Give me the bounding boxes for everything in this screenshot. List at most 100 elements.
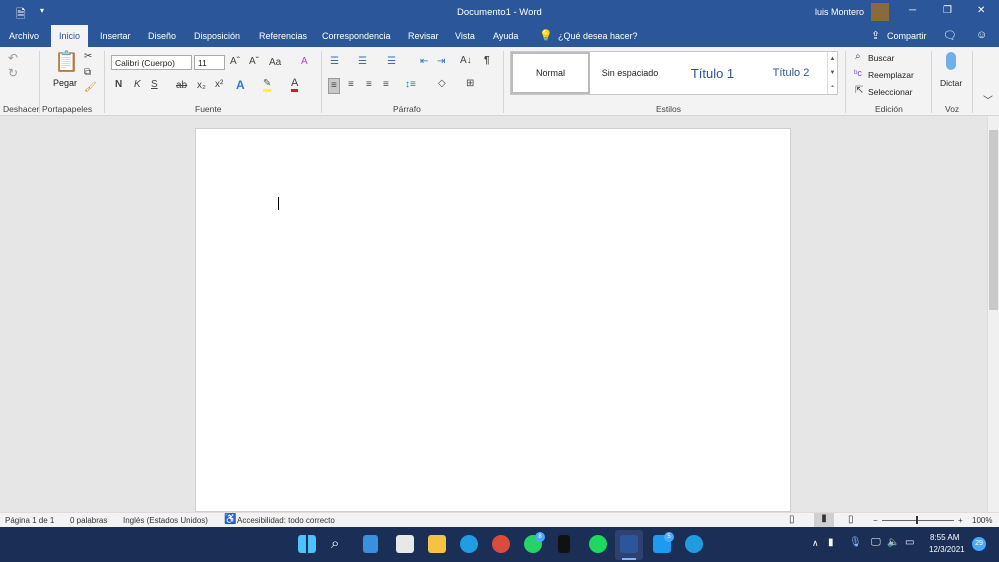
close-button[interactable]: ✕ xyxy=(977,5,985,16)
tab-diseno[interactable]: Diseño xyxy=(148,31,176,41)
tab-correspondencia[interactable]: Correspondencia xyxy=(322,31,391,41)
tab-vista[interactable]: Vista xyxy=(455,31,475,41)
underline-button[interactable]: S xyxy=(151,80,158,90)
redo-icon[interactable]: ↻ xyxy=(8,67,18,79)
change-case-button[interactable]: Aa xyxy=(269,58,281,68)
shrink-font-icon[interactable]: Aˇ xyxy=(249,57,259,67)
file-explorer-icon[interactable] xyxy=(428,535,446,553)
decrease-indent-icon[interactable]: ⇤ xyxy=(420,57,428,67)
avatar[interactable] xyxy=(871,3,889,21)
vertical-scrollbar[interactable] xyxy=(987,116,999,512)
edge-icon[interactable] xyxy=(685,535,703,553)
tab-disposicion[interactable]: Disposición xyxy=(194,31,240,41)
justify-icon[interactable]: ≡ xyxy=(383,80,389,90)
superscript-button[interactable]: x² xyxy=(215,80,223,90)
tab-archivo[interactable]: Archivo xyxy=(9,31,39,41)
autosave-icon[interactable]: 🗎 xyxy=(16,5,26,26)
restore-button[interactable]: ❐ xyxy=(943,5,952,16)
copy-icon[interactable]: ⧉ xyxy=(84,68,91,78)
zoom-out-button[interactable]: − xyxy=(873,516,878,525)
tab-revisar[interactable]: Revisar xyxy=(408,31,439,41)
volume-icon[interactable]: 🔈 xyxy=(887,537,899,548)
style-heading-1[interactable]: Título 1 xyxy=(670,52,755,94)
text-effects-icon[interactable]: A xyxy=(236,79,245,91)
format-painter-icon[interactable]: 🖌 xyxy=(84,83,97,93)
microphone-icon[interactable] xyxy=(946,52,956,70)
increase-indent-icon[interactable]: ⇥ xyxy=(437,57,445,67)
style-normal[interactable]: Normal xyxy=(511,52,590,94)
borders-icon[interactable]: ⊞ xyxy=(466,79,474,89)
styles-scroll[interactable]: ▲ ▼ ⩡ xyxy=(827,52,837,94)
tell-me-search[interactable]: ¿Qué desea hacer? xyxy=(558,31,638,41)
multilevel-list-icon[interactable]: ☰ xyxy=(387,57,396,67)
sort-icon[interactable]: A↓ xyxy=(460,56,472,66)
replace-button[interactable]: Reemplazar xyxy=(868,70,914,80)
numbering-icon[interactable]: ☰ xyxy=(358,57,367,67)
bold-button[interactable]: N xyxy=(115,80,122,90)
task-view-icon[interactable] xyxy=(363,535,378,553)
start-icon[interactable] xyxy=(298,535,316,553)
dictate-button[interactable]: Dictar xyxy=(940,78,962,88)
clock-time[interactable]: 8:55 AM xyxy=(930,533,959,542)
collapse-ribbon-icon[interactable]: ﹀ xyxy=(983,97,993,107)
document-page[interactable] xyxy=(195,128,791,512)
spotify-icon[interactable] xyxy=(589,535,607,553)
shading-icon[interactable]: ◇ xyxy=(438,79,446,89)
style-no-spacing[interactable]: Sin espaciado xyxy=(590,52,670,94)
web-layout-icon[interactable]: ▯ xyxy=(848,514,854,525)
line-spacing-icon[interactable]: ↕≡ xyxy=(405,80,416,90)
clear-formatting-icon[interactable]: A xyxy=(301,57,308,67)
select-button[interactable]: Seleccionar xyxy=(868,87,912,97)
scroll-thumb[interactable] xyxy=(989,130,998,310)
share-icon[interactable]: ⇪ xyxy=(871,29,880,42)
highlight-icon[interactable]: ✎ xyxy=(263,79,272,92)
tray-mic-icon[interactable]: 🎙 xyxy=(849,537,862,548)
notification-badge[interactable]: 29 xyxy=(972,537,986,551)
paste-icon[interactable]: 📋 xyxy=(54,52,79,72)
style-heading-2[interactable]: Título 2 xyxy=(755,52,827,94)
subscript-button[interactable]: x₂ xyxy=(197,81,206,91)
quick-access-dropdown-icon[interactable]: ▾ xyxy=(40,6,44,15)
tab-referencias[interactable]: Referencias xyxy=(259,31,307,41)
font-name-select[interactable]: Calibri (Cuerpo) xyxy=(111,55,192,70)
search-taskbar-icon[interactable]: ⌕ xyxy=(331,535,349,553)
align-right-icon[interactable]: ≡ xyxy=(366,80,372,90)
zoom-in-button[interactable]: + xyxy=(958,516,963,525)
align-left-icon[interactable]: ≡ xyxy=(328,78,340,94)
zoom-slider[interactable] xyxy=(882,520,954,521)
font-size-select[interactable]: 11 xyxy=(194,55,225,70)
zoom-slider-thumb[interactable] xyxy=(916,516,918,524)
find-button[interactable]: Buscar xyxy=(868,53,894,63)
store-icon[interactable] xyxy=(396,535,414,553)
tab-inicio[interactable]: Inicio xyxy=(51,25,89,47)
read-mode-icon[interactable]: ▯ xyxy=(789,514,795,525)
comments-icon[interactable]: 🗨 xyxy=(943,29,957,42)
show-marks-icon[interactable]: ¶ xyxy=(484,56,490,66)
tray-app-icon[interactable]: ▮ xyxy=(828,537,834,548)
page-count[interactable]: Página 1 de 1 xyxy=(5,516,54,525)
accessibility-status[interactable]: Accesibilidad: todo correcto xyxy=(237,516,335,525)
language[interactable]: Inglés (Estados Unidos) xyxy=(123,516,208,525)
tab-insertar[interactable]: Insertar xyxy=(100,31,131,41)
undo-icon[interactable]: ↶ xyxy=(8,52,18,64)
paste-button[interactable]: Pegar xyxy=(53,78,77,88)
chrome-icon[interactable] xyxy=(492,535,510,553)
phone-icon[interactable] xyxy=(558,535,570,553)
edge-dev-icon[interactable] xyxy=(460,535,478,553)
italic-button[interactable]: K xyxy=(134,80,141,90)
bullets-icon[interactable]: ☰ xyxy=(330,57,339,67)
font-color-icon[interactable]: A xyxy=(291,78,299,92)
smiley-icon[interactable]: ☺ xyxy=(976,29,987,41)
strikethrough-button[interactable]: ab xyxy=(176,81,187,91)
align-center-icon[interactable]: ≡ xyxy=(348,80,354,90)
network-icon[interactable]: 🖵 xyxy=(871,537,881,548)
battery-icon[interactable]: ▭ xyxy=(905,537,914,548)
grow-font-icon[interactable]: Aˆ xyxy=(230,57,240,67)
word-count[interactable]: 0 palabras xyxy=(70,516,107,525)
user-name[interactable]: luis Montero xyxy=(815,7,864,17)
tray-overflow-icon[interactable]: ∧ xyxy=(812,538,819,549)
word-icon[interactable] xyxy=(620,535,638,553)
print-layout-icon[interactable]: ▮ xyxy=(814,513,834,527)
minimize-button[interactable]: ─ xyxy=(909,5,916,16)
tab-ayuda[interactable]: Ayuda xyxy=(493,31,518,41)
